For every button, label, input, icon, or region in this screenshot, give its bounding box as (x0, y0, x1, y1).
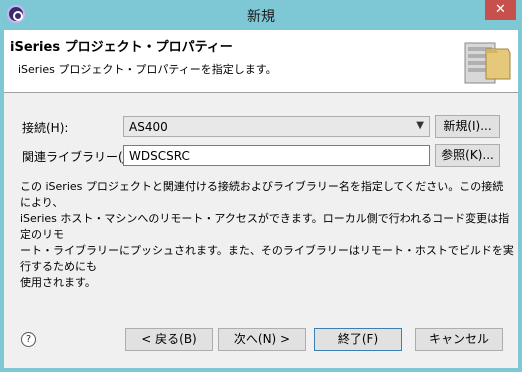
back-button[interactable]: < 戻る(B) (125, 328, 213, 351)
next-button[interactable]: 次へ(N) > (218, 328, 306, 351)
library-label: 関連ライブラリー(J): (22, 150, 135, 164)
info-line: iSeries ホスト・マシンへのリモート・アクセスができます。ローカル側で行わ… (20, 212, 510, 241)
connection-value: AS400 (129, 120, 168, 134)
help-icon[interactable]: ? (21, 332, 36, 347)
browse-button[interactable]: 参照(K)... (435, 144, 500, 167)
page-description: iSeries プロジェクト・プロパティーを指定します。 (18, 63, 277, 76)
dialog-window: 新規 ✕ iSeries プロジェクト・プロパティー iSeries プロジェク… (0, 0, 522, 372)
connection-combo[interactable]: AS400 ▼ (123, 116, 430, 137)
close-button[interactable]: ✕ (485, 0, 516, 20)
cancel-button[interactable]: キャンセル (415, 328, 503, 351)
new-connection-button[interactable]: 新規(I)... (435, 115, 500, 138)
library-input[interactable] (123, 145, 430, 166)
title-bar[interactable]: 新規 ✕ (0, 0, 522, 30)
window-title: 新規 (247, 9, 275, 25)
info-line: 使用されます。 (20, 276, 96, 289)
info-line: この iSeries プロジェクトと関連付ける接続およびライブラリー名を指定して… (20, 180, 504, 209)
wizard-header: iSeries プロジェクト・プロパティー iSeries プロジェクト・プロパ… (4, 30, 518, 93)
server-project-icon (464, 42, 511, 84)
chevron-down-icon[interactable]: ▼ (416, 120, 424, 131)
finish-button[interactable]: 終了(F) (314, 328, 402, 351)
connection-label: 接続(H): (22, 121, 69, 135)
page-title: iSeries プロジェクト・プロパティー (10, 40, 233, 55)
info-line: ート・ライブラリーにプッシュされます。また、そのライブラリーはリモート・ホストで… (20, 244, 514, 273)
info-text: この iSeries プロジェクトと関連付ける接続およびライブラリー名を指定して… (20, 179, 514, 291)
dialog-client: iSeries プロジェクト・プロパティー iSeries プロジェクト・プロパ… (4, 30, 518, 368)
